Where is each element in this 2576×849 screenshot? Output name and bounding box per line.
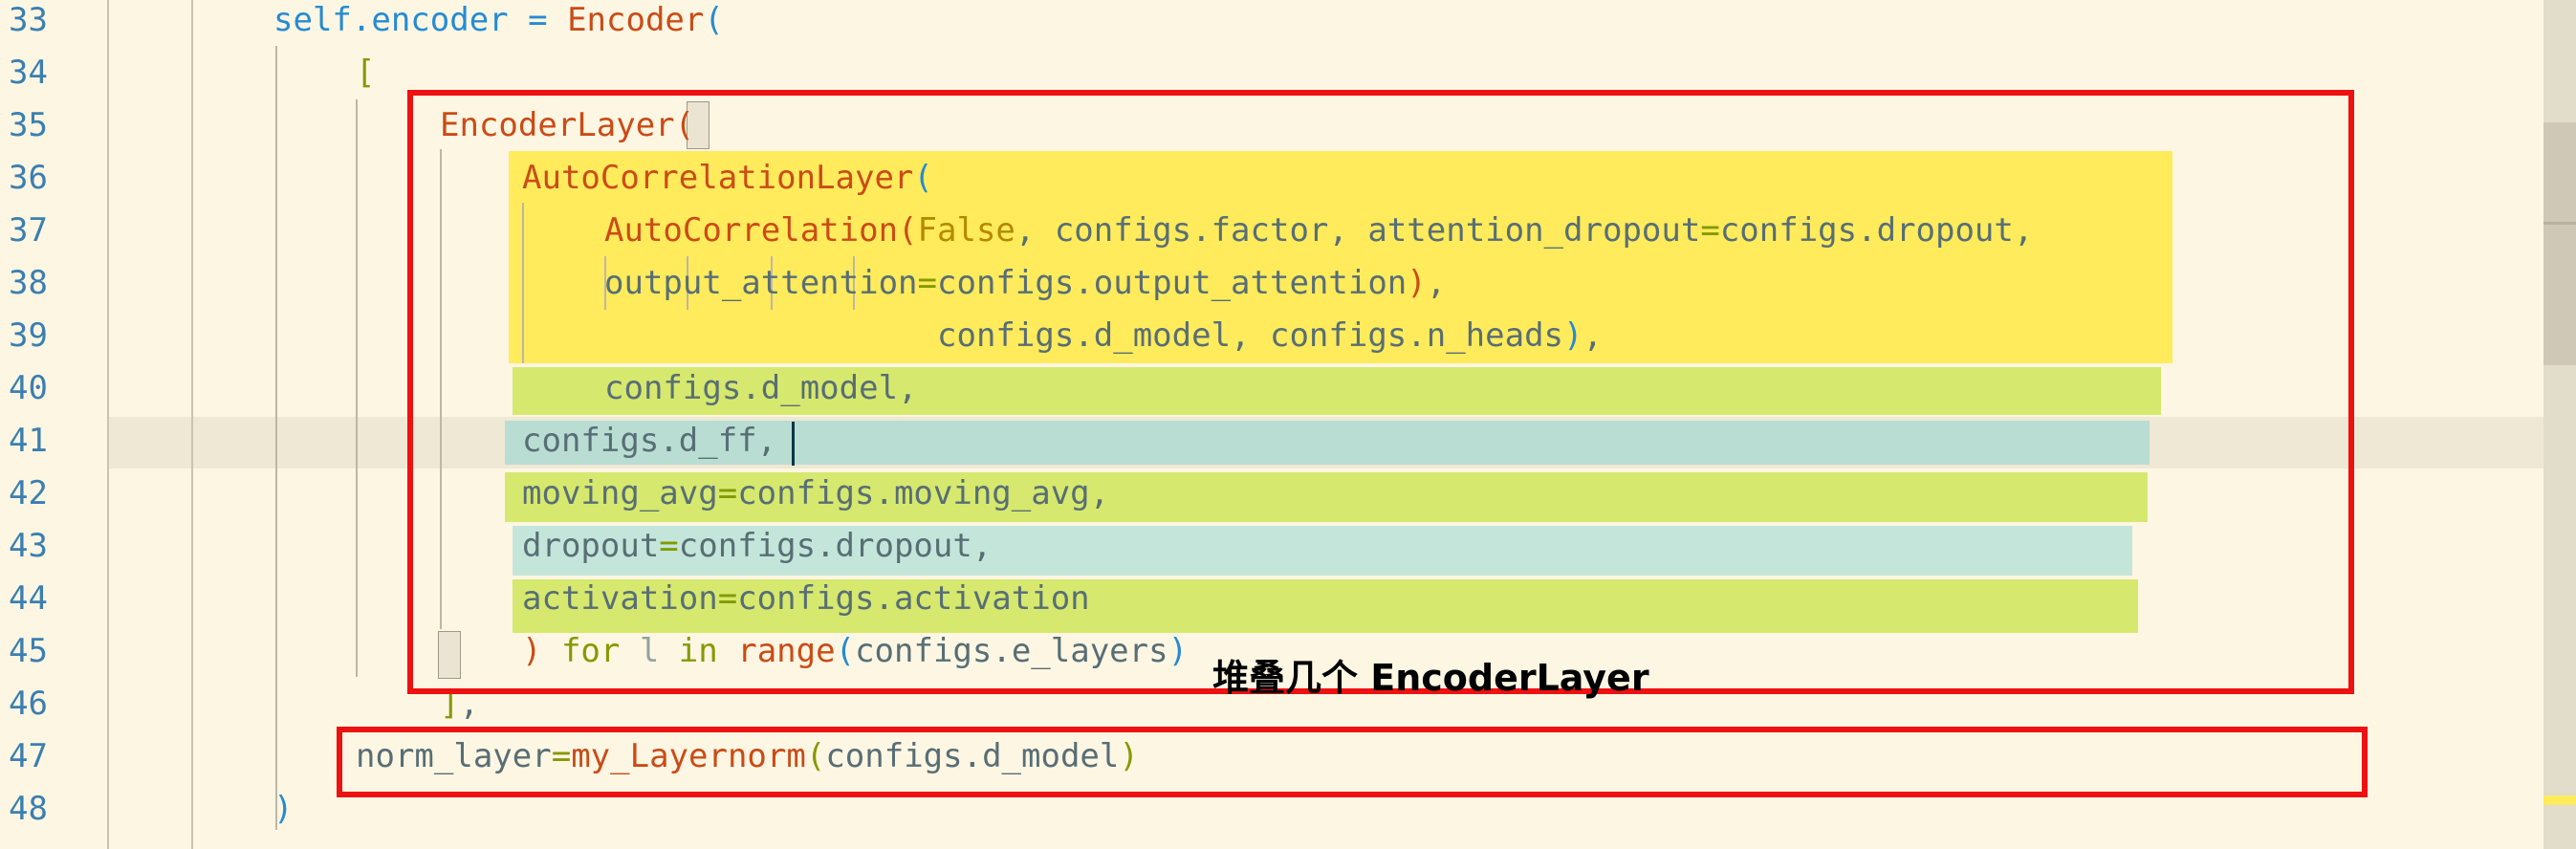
code-token: [ [356,54,376,92]
annotation-box-encoder-layer [407,90,2354,694]
code-line[interactable]: [ [356,47,375,99]
annotation-label: 堆叠几个 EncoderLayer [1212,657,1649,699]
indent-guide-outer [191,0,193,849]
code-editor[interactable]: 33 34 35 36 37 38 39 40 41 42 43 44 45 46 47 48 self.en… [0,0,2576,849]
line-number: 47 [9,737,48,775]
scrollbar-marker [2543,222,2576,225]
code-token: Encoder [567,1,705,39]
line-number: 39 [9,316,48,355]
code-token: .encoder = [351,1,568,39]
indent-guide [275,46,277,830]
line-number: 40 [9,369,48,407]
line-number: 35 [9,106,48,144]
line-number: 36 [9,159,48,197]
code-token: ( [704,1,724,39]
line-number: 46 [9,685,48,723]
scrollbar-marker-yellow [2543,795,2576,805]
code-token: self [273,1,352,39]
line-number: 45 [9,632,48,670]
line-number: 42 [9,474,48,512]
line-number: 33 [9,1,48,39]
line-number: 43 [9,527,48,565]
scrollbar-thumb[interactable] [2543,122,2576,365]
line-number: 38 [9,264,48,302]
code-line[interactable]: ) [273,783,293,836]
indent-guide [356,99,358,677]
line-number: 41 [9,422,48,460]
line-number: 48 [9,790,48,828]
code-token: ) [273,790,294,828]
annotation-box-norm-layer [337,727,2368,797]
gutter-divider [107,0,109,849]
line-number: 37 [9,211,48,250]
code-line[interactable]: self.encoder = Encoder( [273,0,724,47]
line-number: 34 [9,54,48,92]
line-number: 44 [9,579,48,618]
